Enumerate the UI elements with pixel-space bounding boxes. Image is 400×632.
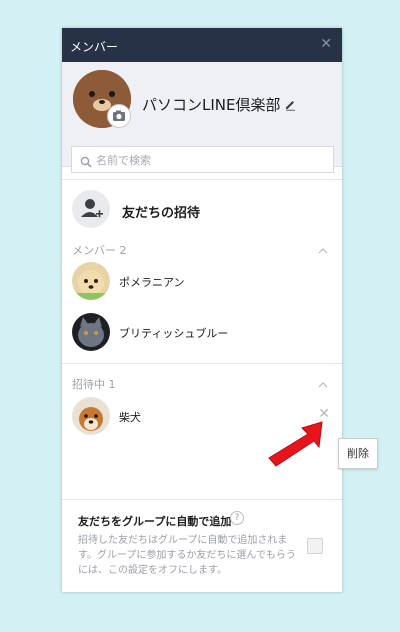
search-icon	[80, 153, 92, 172]
divider	[62, 179, 342, 180]
member-row[interactable]: ブリティッシュブルー	[62, 310, 342, 354]
chevron-up-icon[interactable]	[318, 375, 328, 394]
auto-add-checkbox[interactable]	[307, 538, 323, 554]
invited-section-header: 招待中 1	[72, 378, 116, 391]
member-name: 柴犬	[119, 411, 141, 424]
auto-add-title: 友だちをグループに自動で追加	[78, 515, 232, 528]
auto-add-description: 招待した友だちはグループに自動で追加されます。グループに参加するか友だちに選んで…	[78, 535, 296, 576]
search-placeholder: 名前で検索	[96, 154, 151, 167]
member-avatar	[72, 397, 110, 435]
delete-tooltip: 削除	[338, 438, 378, 469]
camera-icon[interactable]	[107, 104, 131, 128]
window-title: メンバー	[70, 40, 119, 54]
titlebar: メンバー ✕	[62, 28, 342, 62]
members-section-header: メンバー 2	[72, 244, 127, 257]
chevron-up-icon[interactable]	[318, 241, 328, 260]
invite-friends-button[interactable]: 友だちの招待	[62, 188, 342, 232]
search-input[interactable]: 名前で検索	[71, 146, 334, 173]
divider	[62, 499, 342, 500]
member-row[interactable]: ポメラニアン	[62, 259, 342, 303]
help-icon[interactable]: ?	[230, 511, 244, 525]
member-name: ブリティッシュブルー	[119, 327, 229, 340]
member-avatar	[72, 313, 110, 351]
close-icon[interactable]: ✕	[320, 36, 332, 52]
edit-icon[interactable]	[284, 96, 297, 115]
divider	[62, 363, 342, 364]
add-user-icon	[72, 190, 110, 228]
group-name: パソコンLINE倶楽部	[142, 96, 281, 114]
red-arrow-icon	[268, 421, 323, 467]
members-panel: メンバー ✕ パソコンLINE倶楽部 名前で検索 友だちの招待 メンバー 2 ポ…	[62, 28, 342, 592]
member-avatar	[72, 262, 110, 300]
invite-label: 友だちの招待	[122, 206, 201, 221]
member-name: ポメラニアン	[119, 276, 185, 289]
